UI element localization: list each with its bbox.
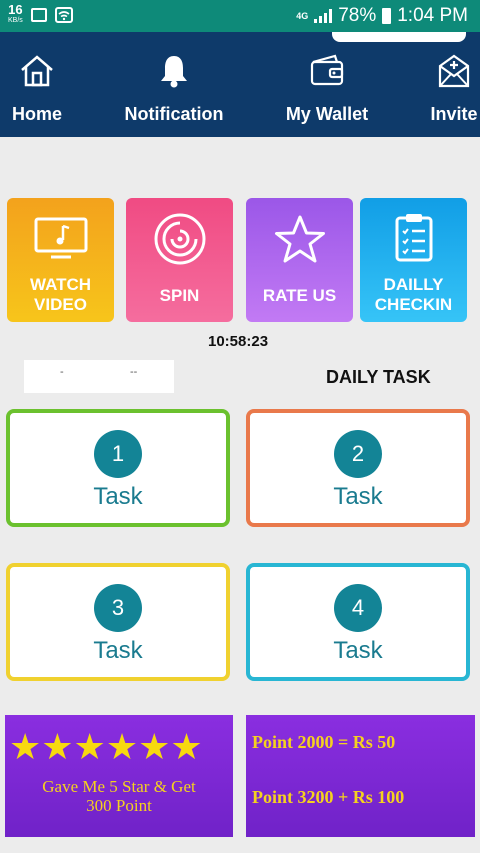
- spin-disc-icon: [154, 213, 205, 265]
- wifi-icon: [54, 7, 73, 23]
- conversion-line-1: Point 2000 = Rs 50: [252, 732, 396, 752]
- conversion-line-2: Point 3200 + Rs 100: [252, 787, 405, 807]
- countdown-timer: 10:58:23: [208, 333, 269, 350]
- task-number: 3: [94, 584, 142, 632]
- task-card-2[interactable]: 2 Task: [246, 409, 470, 527]
- signal-icon: [314, 9, 333, 23]
- status-bar: 16 KB/s 4G 78% 1:04 PM: [0, 0, 480, 32]
- rate-us-label: RATE US: [262, 286, 337, 305]
- tv-music-icon: [34, 217, 87, 259]
- five-star-rating: ★★★★★★: [9, 729, 203, 765]
- blank-banner-box: - --: [24, 360, 174, 393]
- watch-video-label-2: VIDEO: [34, 295, 87, 314]
- nav-notification-label: Notification: [124, 104, 224, 124]
- watch-video-tile[interactable]: WATCH VIDEO: [7, 198, 114, 322]
- nav-notification[interactable]: Notification: [120, 52, 228, 125]
- nav-pill: [332, 32, 466, 42]
- nav-wallet[interactable]: My Wallet: [284, 52, 370, 125]
- envelope-plus-icon: [438, 54, 470, 88]
- task-card-3[interactable]: 3 Task: [6, 563, 230, 681]
- watch-video-label-1: WATCH: [29, 275, 92, 294]
- rate-banner-text: Gave Me 5 Star & Get 300 Point: [5, 777, 233, 815]
- daily-task-title: DAILY TASK: [326, 367, 431, 387]
- network-type: 4G: [296, 10, 309, 21]
- task-number: 1: [94, 430, 142, 478]
- rate-us-tile[interactable]: RATE US: [246, 198, 353, 322]
- task-label: Task: [333, 637, 383, 664]
- nav-invite[interactable]: Invite: [428, 52, 480, 125]
- blank-mark-2: --: [130, 366, 138, 378]
- task-label: Task: [93, 483, 143, 510]
- top-nav: Home Notification My Wallet Invite: [0, 32, 480, 137]
- spin-tile[interactable]: SPIN: [126, 198, 233, 322]
- rate-banner-line-2: 300 Point: [86, 796, 152, 815]
- nav-wallet-label: My Wallet: [285, 104, 369, 124]
- task-number: 4: [334, 584, 382, 632]
- nav-home-label: Home: [11, 104, 62, 124]
- task-label: Task: [333, 483, 383, 510]
- clipboard-checklist-icon: [395, 214, 432, 262]
- task-card-4[interactable]: 4 Task: [246, 563, 470, 681]
- home-icon: [21, 55, 53, 87]
- battery-percent: 78%: [338, 5, 377, 26]
- battery-icon: [382, 8, 392, 24]
- nav-home[interactable]: Home: [10, 52, 64, 125]
- wallet-icon: [310, 54, 344, 86]
- gallery-icon: [30, 8, 47, 22]
- rate-banner-line-1: Gave Me 5 Star & Get: [42, 777, 196, 796]
- speed-unit: KB/s: [8, 17, 23, 24]
- point-conversion-banner[interactable]: Point 2000 = Rs 50 Point 3200 + Rs 100: [246, 715, 475, 837]
- star-icons: ★★★★★★: [9, 726, 203, 767]
- spin-label: SPIN: [159, 286, 200, 305]
- daily-checkin-label-1: DAILLY: [383, 275, 444, 294]
- nav-invite-label: Invite: [430, 104, 478, 124]
- daily-checkin-label-2: CHECKIN: [374, 295, 453, 314]
- bell-icon: [161, 56, 187, 88]
- task-number: 2: [334, 430, 382, 478]
- task-card-1[interactable]: 1 Task: [6, 409, 230, 527]
- rate-five-star-banner[interactable]: ★★★★★★ Gave Me 5 Star & Get 300 Point: [5, 715, 233, 837]
- star-outline-icon: [274, 215, 325, 263]
- daily-checkin-tile[interactable]: DAILLY CHECKIN: [360, 198, 467, 322]
- blank-mark-1: -: [60, 366, 64, 378]
- network-speed: 16 KB/s: [8, 3, 23, 26]
- clock: 1:04 PM: [397, 5, 468, 26]
- task-label: Task: [93, 637, 143, 664]
